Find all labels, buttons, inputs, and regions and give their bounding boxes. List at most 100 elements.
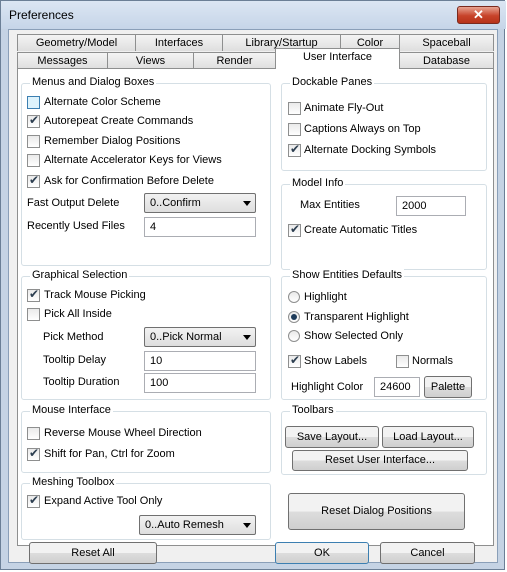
recent-files-input[interactable]: 4: [144, 217, 256, 237]
tab-database[interactable]: Database: [399, 52, 494, 69]
fast-output-delete-select[interactable]: 0..Confirm: [144, 193, 256, 213]
checkbox-label: Shift for Pan, Ctrl for Zoom: [44, 448, 175, 460]
select-value: 0..Pick Normal: [150, 331, 222, 343]
highlight-radio[interactable]: [288, 291, 300, 303]
highlight-color-label: Highlight Color: [291, 381, 364, 393]
reset-all-button[interactable]: Reset All: [29, 542, 157, 564]
transparent-highlight-radio[interactable]: [288, 311, 300, 323]
group-title: Dockable Panes: [290, 76, 375, 88]
chevron-down-icon: [243, 335, 251, 340]
preferences-window: Preferences ✕ Geometry/Model Interfaces …: [0, 0, 506, 570]
checkbox-label: Create Automatic Titles: [304, 224, 418, 236]
select-value: 0..Auto Remesh: [145, 519, 224, 531]
chevron-down-icon: [243, 201, 251, 206]
checkmark-icon: ✔: [29, 173, 40, 187]
highlight-color-input[interactable]: 24600: [374, 377, 420, 397]
select-value: 0..Confirm: [150, 197, 201, 209]
window-title: Preferences: [9, 8, 74, 22]
group-title: Meshing Toolbox: [30, 476, 117, 488]
close-button[interactable]: ✕: [457, 6, 500, 24]
autorepeat-checkbox[interactable]: ✔: [27, 113, 40, 128]
checkbox-label: Show Labels: [304, 355, 367, 367]
menus-dialog-group: Menus and Dialog Boxes Alternate Color S…: [21, 76, 271, 266]
model-info-group: Model Info Max Entities 2000 ✔ Create Au…: [281, 177, 487, 270]
group-title: Mouse Interface: [30, 404, 113, 416]
animate-flyout-checkbox[interactable]: [288, 102, 301, 115]
palette-button[interactable]: Palette: [424, 376, 472, 398]
checkmark-icon: ✔: [29, 113, 40, 127]
tooltip-delay-input[interactable]: 10: [144, 351, 256, 371]
tooltip-duration-label: Tooltip Duration: [43, 376, 120, 388]
cancel-button[interactable]: Cancel: [380, 542, 475, 564]
max-entities-label: Max Entities: [300, 199, 360, 211]
checkmark-icon: ✔: [29, 287, 40, 301]
radio-label: Highlight: [304, 291, 347, 303]
checkbox-label: Pick All Inside: [44, 308, 112, 320]
checkmark-icon: ✔: [29, 493, 40, 507]
checkmark-icon: ✔: [29, 446, 40, 460]
radio-label: Transparent Highlight: [304, 311, 409, 323]
show-entities-group: Show Entities Defaults Highlight Transpa…: [281, 269, 487, 400]
tab-geometry-model[interactable]: Geometry/Model: [17, 34, 136, 51]
save-layout-button[interactable]: Save Layout...: [285, 426, 379, 448]
checkbox-label: Expand Active Tool Only: [44, 495, 163, 507]
tooltip-duration-input[interactable]: 100: [144, 373, 256, 393]
pick-all-inside-checkbox[interactable]: [27, 308, 40, 321]
show-selected-only-radio[interactable]: [288, 330, 300, 342]
ask-confirm-delete-checkbox[interactable]: ✔: [27, 173, 40, 188]
checkmark-icon: ✔: [290, 222, 301, 236]
load-layout-button[interactable]: Load Layout...: [382, 426, 474, 448]
tab-messages[interactable]: Messages: [17, 52, 108, 69]
captions-top-checkbox[interactable]: [288, 123, 301, 136]
mouse-interface-group: Mouse Interface Reverse Mouse Wheel Dire…: [21, 404, 271, 473]
checkbox-label: Alternate Docking Symbols: [304, 144, 437, 156]
chevron-down-icon: [243, 523, 251, 528]
show-labels-checkbox[interactable]: ✔: [288, 353, 301, 368]
remember-positions-checkbox[interactable]: [27, 135, 40, 148]
radio-label: Show Selected Only: [304, 330, 404, 342]
checkbox-label: Normals: [412, 355, 453, 367]
meshing-toolbox-group: Meshing Toolbox ✔ Expand Active Tool Onl…: [21, 476, 271, 540]
shift-pan-checkbox[interactable]: ✔: [27, 446, 40, 461]
alt-docking-checkbox[interactable]: ✔: [288, 142, 301, 157]
checkbox-label: Alternate Color Scheme: [44, 96, 161, 108]
fast-output-delete-label: Fast Output Delete: [27, 197, 120, 209]
max-entities-input[interactable]: 2000: [396, 196, 466, 216]
radio-selected-dot: [291, 314, 297, 320]
reset-dialog-positions-button[interactable]: Reset Dialog Positions: [288, 493, 465, 530]
pick-method-select[interactable]: 0..Pick Normal: [144, 327, 256, 347]
checkbox-label: Ask for Confirmation Before Delete: [44, 175, 214, 187]
tab-views[interactable]: Views: [107, 52, 194, 69]
user-interface-panel: Menus and Dialog Boxes Alternate Color S…: [17, 68, 494, 546]
reverse-wheel-checkbox[interactable]: [27, 427, 40, 440]
recent-files-label: Recently Used Files: [27, 220, 125, 232]
reset-user-interface-button[interactable]: Reset User Interface...: [292, 450, 468, 471]
normals-checkbox[interactable]: [396, 355, 409, 368]
title-bar[interactable]: Preferences ✕: [1, 1, 506, 29]
dialog-client: Geometry/Model Interfaces Library/Startu…: [8, 29, 498, 564]
group-title: Graphical Selection: [30, 269, 130, 281]
checkbox-label: Captions Always on Top: [304, 123, 421, 135]
tab-render[interactable]: Render: [193, 52, 276, 69]
dockable-panes-group: Dockable Panes Animate Fly-Out Captions …: [281, 76, 487, 171]
track-mouse-checkbox[interactable]: ✔: [27, 287, 40, 302]
checkbox-label: Animate Fly-Out: [304, 102, 384, 114]
tab-user-interface[interactable]: User Interface: [275, 48, 400, 69]
group-title: Model Info: [290, 177, 346, 189]
remesh-select[interactable]: 0..Auto Remesh: [139, 515, 256, 535]
tooltip-delay-label: Tooltip Delay: [43, 354, 106, 366]
checkmark-icon: ✔: [290, 142, 301, 156]
tab-spaceball[interactable]: Spaceball: [399, 34, 494, 51]
checkbox-label: Remember Dialog Positions: [44, 135, 181, 147]
alt-accel-keys-checkbox[interactable]: [27, 154, 40, 167]
close-icon: ✕: [473, 7, 484, 22]
group-title: Show Entities Defaults: [290, 269, 405, 281]
graphical-selection-group: Graphical Selection ✔ Track Mouse Pickin…: [21, 269, 271, 400]
pick-method-label: Pick Method: [43, 331, 104, 343]
expand-active-checkbox[interactable]: ✔: [27, 493, 40, 508]
tab-interfaces[interactable]: Interfaces: [135, 34, 223, 51]
alternate-color-scheme-checkbox[interactable]: [27, 96, 40, 109]
checkbox-label: Reverse Mouse Wheel Direction: [44, 427, 202, 439]
create-titles-checkbox[interactable]: ✔: [288, 222, 301, 237]
ok-button[interactable]: OK: [275, 542, 369, 564]
